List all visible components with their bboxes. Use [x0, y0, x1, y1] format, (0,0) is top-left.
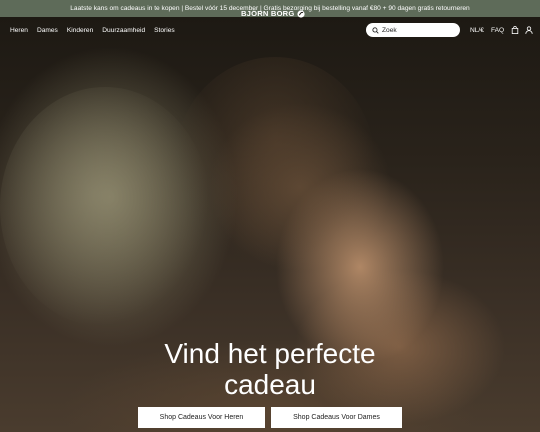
- nav-item-kinderen[interactable]: Kinderen: [67, 27, 93, 34]
- brand-logo-text: BJÖRN BORG: [241, 9, 295, 18]
- user-icon[interactable]: [525, 26, 533, 34]
- hero-image-hair: [175, 57, 375, 267]
- hero-headline: Vind het perfecte cadeau: [0, 338, 540, 400]
- shop-women-gifts-button[interactable]: Shop Cadeaus Voor Dames: [271, 407, 402, 428]
- logo-mark-icon: [297, 9, 306, 18]
- locale-selector[interactable]: NL/€: [470, 27, 484, 34]
- brand-logo[interactable]: BJÖRN BORG: [241, 8, 306, 19]
- faq-link[interactable]: FAQ: [491, 27, 504, 34]
- bag-icon[interactable]: [511, 26, 519, 34]
- search-icon: [372, 26, 379, 34]
- search-placeholder: Zoek: [382, 26, 397, 34]
- nav-item-stories[interactable]: Stories: [154, 27, 175, 34]
- nav-item-dames[interactable]: Dames: [37, 27, 58, 34]
- nav-item-heren[interactable]: Heren: [10, 27, 28, 34]
- nav-utilities: NL/€ FAQ: [470, 17, 539, 43]
- hero-headline-line1: Vind het perfecte: [164, 338, 376, 369]
- search-input[interactable]: Zoek: [366, 23, 460, 37]
- shop-men-gifts-button[interactable]: Shop Cadeaus Voor Heren: [138, 407, 265, 428]
- nav-menu: Heren Dames Kinderen Duurzaamheid Storie…: [10, 17, 184, 43]
- nav-item-duurzaamheid[interactable]: Duurzaamheid: [102, 27, 145, 34]
- hero-image-shirt: [0, 87, 210, 327]
- hero-headline-line2: cadeau: [224, 369, 316, 400]
